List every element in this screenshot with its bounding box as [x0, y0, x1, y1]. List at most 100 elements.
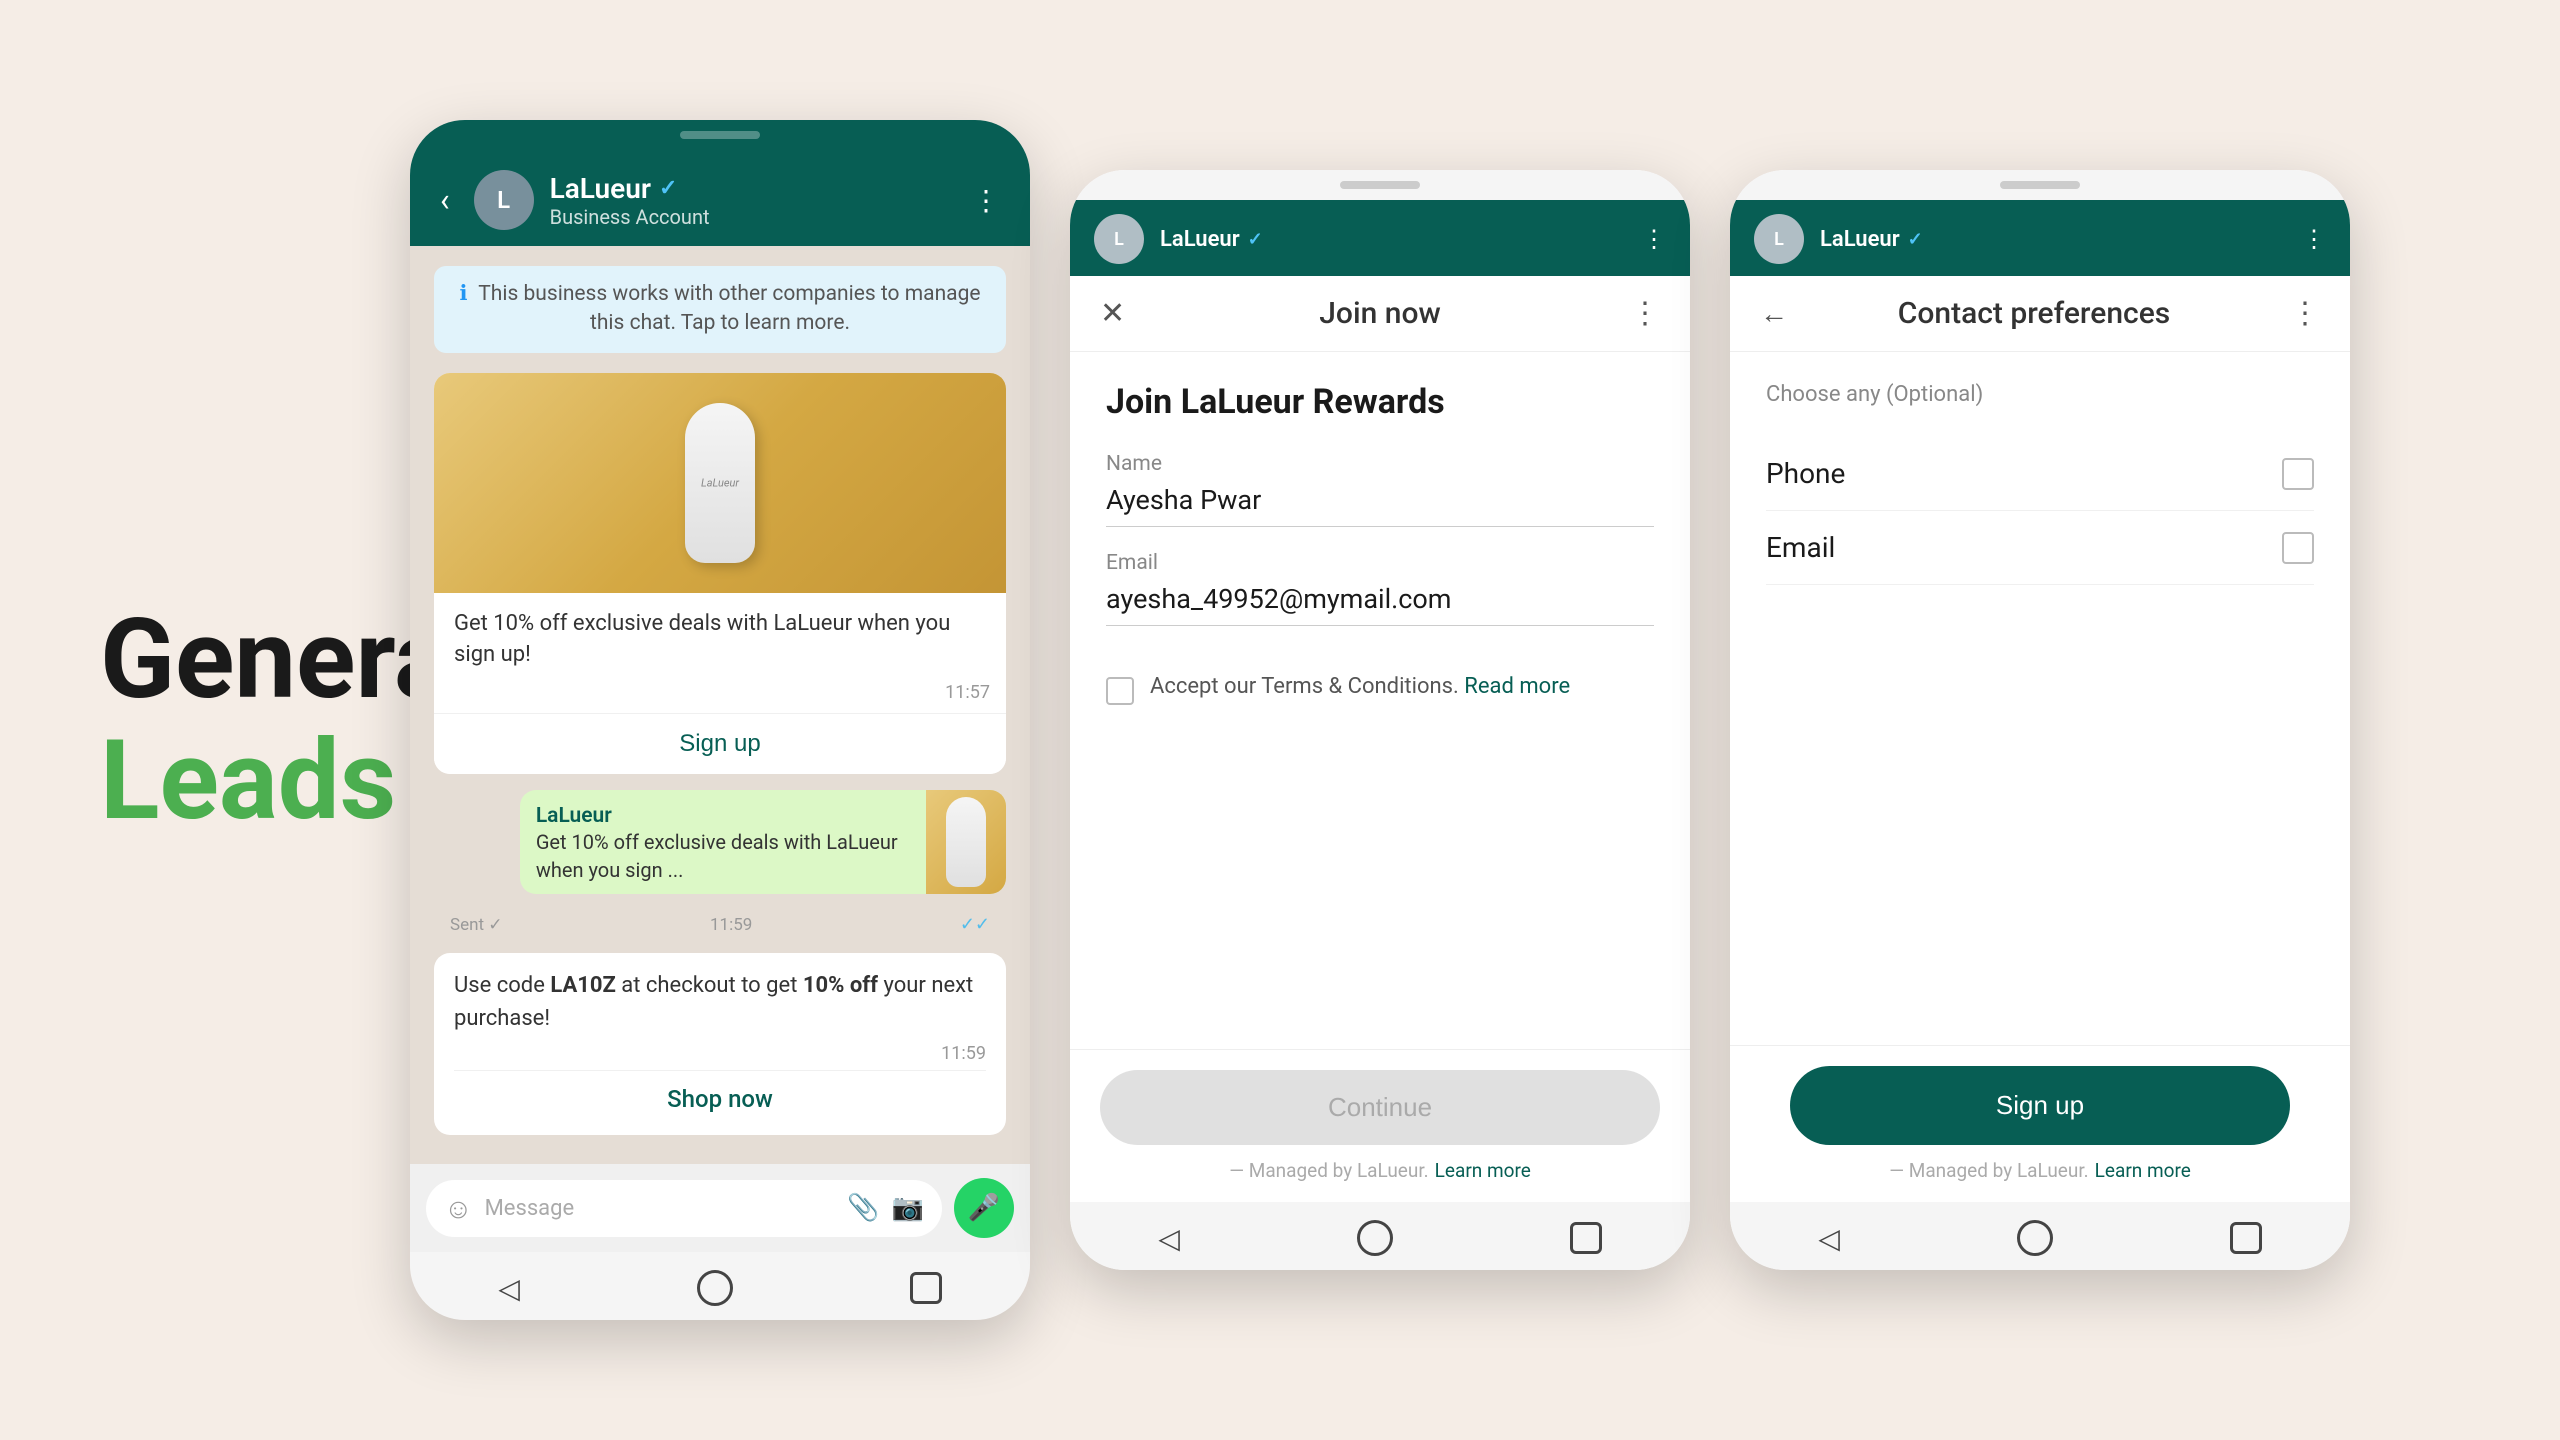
info-icon: ℹ [459, 282, 467, 306]
contact-name-3: LaLueur ✓ [1820, 227, 2286, 252]
product-card: Get 10% off exclusive deals with LaLueur… [434, 373, 1006, 775]
nav-home-icon[interactable] [697, 1270, 733, 1306]
avatar-3: L [1754, 214, 1804, 264]
phone-nav-2: ◁ [1070, 1202, 1690, 1270]
info-banner: ℹ This business works with other compani… [434, 266, 1006, 353]
signup-button[interactable]: Sign up [434, 713, 1006, 774]
nav-back-icon-3[interactable]: ◁ [1818, 1222, 1840, 1255]
chat-body: ℹ This business works with other compani… [410, 246, 1030, 1164]
name-value[interactable]: Ayesha Pwar [1106, 484, 1654, 527]
email-checkbox[interactable] [2282, 532, 2314, 564]
pref-more-icon[interactable]: ⋮ [2280, 296, 2320, 331]
verified-icon-2: ✓ [1248, 229, 1263, 250]
nav-back-icon-2[interactable]: ◁ [1158, 1222, 1180, 1255]
phone-nav: ◁ [410, 1252, 1030, 1320]
contact-name-2: LaLueur ✓ [1160, 227, 1626, 252]
modal-footer: Continue — Managed by LaLueur. Learn mor… [1070, 1049, 1690, 1202]
notch-bar-3 [1730, 170, 2350, 200]
header-info: LaLueur ✓ Business Account [550, 172, 956, 229]
name-field: Name Ayesha Pwar [1106, 452, 1654, 527]
pref-subtitle: Choose any (Optional) [1766, 382, 2314, 407]
close-button[interactable]: ✕ [1100, 296, 1140, 331]
message-input[interactable]: Message [485, 1196, 836, 1221]
phone-pref-row: Phone [1766, 437, 2314, 511]
attachment-icon[interactable]: 📎 [847, 1193, 879, 1223]
more-menu-icon[interactable]: ⋮ [972, 184, 1000, 217]
nav-recents-icon-2[interactable] [1570, 1222, 1602, 1254]
sent-content: LaLueur Get 10% off exclusive deals with… [520, 790, 926, 894]
sent-label: Sent ✓ [450, 915, 503, 935]
header-info-2: LaLueur ✓ [1160, 227, 1626, 252]
modal-more-icon[interactable]: ⋮ [1620, 296, 1660, 331]
more-menu-icon-3[interactable]: ⋮ [2302, 225, 2326, 253]
chat-input-wrap[interactable]: ☺ Message 📎 📷 [426, 1180, 942, 1237]
verified-icon: ✓ [659, 176, 677, 201]
modal-title: Join now [1140, 296, 1620, 331]
promo-time: 11:59 [454, 1035, 986, 1070]
product-tube [685, 403, 755, 563]
pref-modal-header: ← Contact preferences ⋮ [1730, 276, 2350, 352]
phone-pref-label: Phone [1766, 457, 1845, 490]
learn-more-link-3[interactable]: Learn more [2095, 1159, 2191, 1182]
email-field: Email ayesha_49952@mymail.com [1106, 551, 1654, 626]
more-menu-icon-2[interactable]: ⋮ [1642, 225, 1666, 253]
email-value[interactable]: ayesha_49952@mymail.com [1106, 583, 1654, 626]
wa-header-2: L LaLueur ✓ ⋮ [1070, 200, 1690, 276]
notch-bar-2 [1070, 170, 1690, 200]
product-text: Get 10% off exclusive deals with LaLueur… [434, 593, 1006, 683]
avatar-2: L [1094, 214, 1144, 264]
emoji-icon[interactable]: ☺ [444, 1192, 473, 1225]
phone-checkbox[interactable] [2282, 458, 2314, 490]
sent-thumbnail [926, 790, 1006, 894]
phones-container: ‹ L LaLueur ✓ Business Account ⋮ [410, 120, 2350, 1320]
terms-checkbox[interactable] [1106, 677, 1134, 705]
form-title: Join LaLueur Rewards [1106, 382, 1654, 422]
name-label: Name [1106, 452, 1654, 476]
nav-home-icon-2[interactable] [1357, 1220, 1393, 1256]
read-more-link[interactable]: Read more [1464, 674, 1570, 699]
pref-title: Contact preferences [1788, 296, 2280, 331]
sent-bubble: LaLueur Get 10% off exclusive deals with… [520, 790, 1006, 894]
email-label: Email [1106, 551, 1654, 575]
modal-header: ✕ Join now ⋮ [1070, 276, 1690, 352]
nav-back-icon[interactable]: ◁ [498, 1272, 520, 1305]
back-button[interactable]: ← [1760, 297, 1788, 330]
page: Generate Leads ‹ L LaLueur ✓ [0, 0, 2560, 1440]
learn-more-link[interactable]: Learn more [1435, 1159, 1531, 1182]
sent-thumb-inner [946, 797, 986, 887]
managed-text-3: — Managed by LaLueur. Learn more [1760, 1159, 2320, 1182]
nav-recents-icon[interactable] [910, 1272, 942, 1304]
sent-brand: LaLueur [536, 804, 910, 828]
promo-card: Use code LA10Z at checkout to get 10% of… [434, 953, 1006, 1135]
header-info-3: LaLueur ✓ [1820, 227, 2286, 252]
email-pref-label: Email [1766, 531, 1835, 564]
chat-header: ‹ L LaLueur ✓ Business Account ⋮ [410, 150, 1030, 246]
phone-prefs: L LaLueur ✓ ⋮ ← Contact preferences ⋮ [1730, 170, 2350, 1270]
product-time: 11:57 [434, 682, 1006, 713]
verified-icon-3: ✓ [1908, 229, 1923, 250]
sent-text: Get 10% off exclusive deals with LaLueur… [536, 828, 910, 884]
camera-icon[interactable]: 📷 [892, 1193, 924, 1223]
pref-body: Choose any (Optional) Phone Email [1730, 352, 2350, 1045]
terms-row: Accept our Terms & Conditions. Read more [1106, 674, 1654, 705]
nav-recents-icon-3[interactable] [2230, 1222, 2262, 1254]
modal-body: Join LaLueur Rewards Name Ayesha Pwar Em… [1070, 352, 1690, 1049]
chat-input-bar: ☺ Message 📎 📷 🎤 [410, 1164, 1030, 1252]
phone-nav-3: ◁ [1730, 1202, 2350, 1270]
email-pref-row: Email [1766, 511, 2314, 585]
back-icon[interactable]: ‹ [440, 181, 450, 219]
sent-check-icon: ✓ [488, 915, 502, 935]
terms-text: Accept our Terms & Conditions. Read more [1150, 674, 1570, 699]
notch-bar [410, 120, 1030, 150]
notch-pill [680, 131, 760, 139]
nav-home-icon-3[interactable] [2017, 1220, 2053, 1256]
signup-button-3[interactable]: Sign up [1790, 1066, 2290, 1145]
avatar: L [474, 170, 534, 230]
promo-text: Use code LA10Z at checkout to get 10% of… [454, 969, 986, 1035]
sent-time: 11:59 [710, 915, 752, 935]
continue-button[interactable]: Continue [1100, 1070, 1660, 1145]
shop-now-button[interactable]: Shop now [454, 1070, 986, 1127]
mic-button[interactable]: 🎤 [954, 1178, 1014, 1238]
product-image [434, 373, 1006, 593]
sent-meta: Sent ✓ 11:59 ✓✓ [434, 910, 1006, 945]
